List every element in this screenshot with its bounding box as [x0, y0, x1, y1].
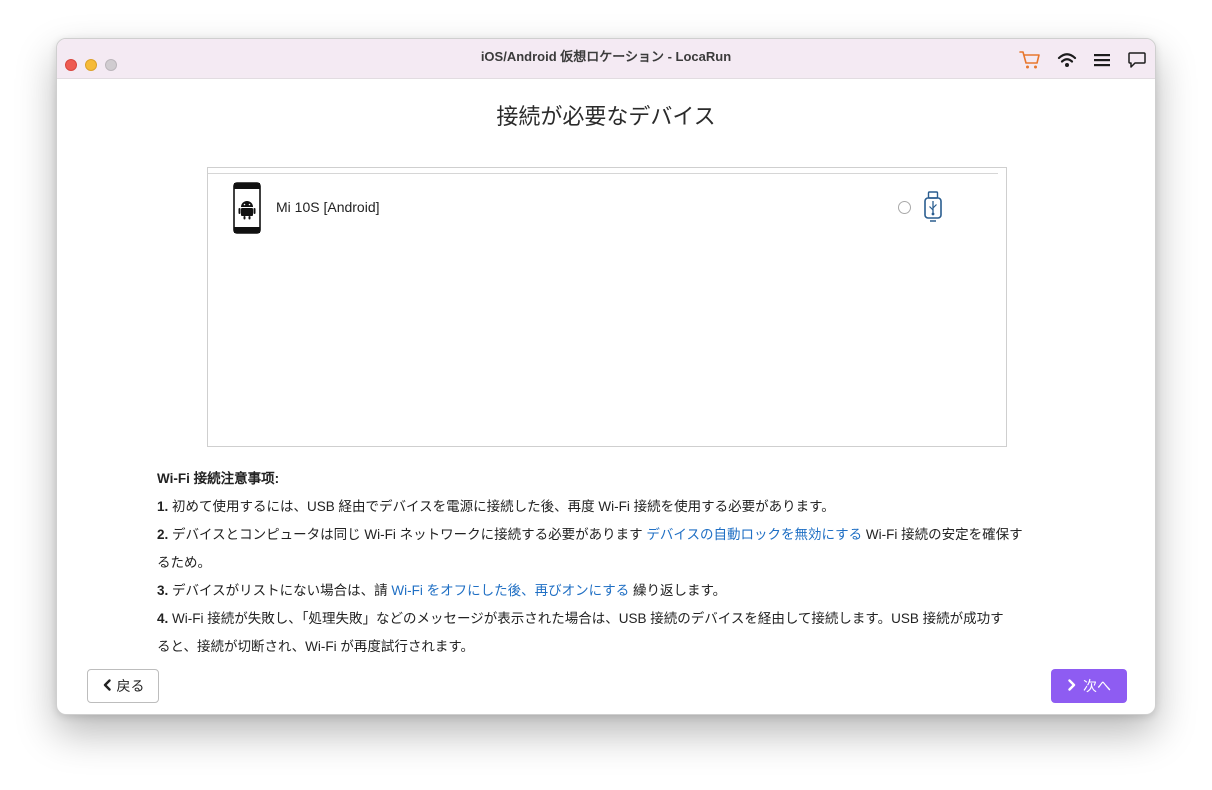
note-number: 4. — [157, 611, 169, 626]
note-item-2: 2. デバイスとコンピュータは同じ Wi-Fi ネットワークに接続する必要があり… — [157, 521, 1067, 549]
note-item-3: 3. デバイスがリストにない場合は、請 Wi-Fi をオフにした後、再びオンにす… — [157, 577, 1067, 605]
page-title: 接続が必要なデバイス — [496, 104, 716, 129]
note-text: デバイスとコンピュータは同じ Wi-Fi ネットワークに接続する必要があります — [168, 527, 647, 542]
disable-auto-lock-link[interactable]: デバイスの自動ロックを無効にする — [646, 527, 862, 542]
note-item-4-cont: ると、接続が切断され、Wi-Fi が再度試行されます。 — [157, 639, 474, 654]
toggle-wifi-link[interactable]: Wi-Fi をオフにした後、再びオンにする — [391, 583, 629, 598]
window-title: iOS/Android 仮想ロケーション - LocaRun — [480, 49, 732, 64]
feedback-icon[interactable] — [1126, 50, 1148, 70]
note-item-1: 1. 初めて使用するには、USB 経由でデバイスを電源に接続した後、再度 Wi-… — [157, 493, 1067, 521]
cart-icon[interactable] — [1019, 50, 1041, 70]
device-list-item[interactable]: Mi 10S [Android] — [208, 182, 1006, 234]
wifi-icon[interactable] — [1056, 50, 1078, 70]
wifi-notes: Wi-Fi 接続注意事项: 1. 初めて使用するには、USB 経由でデバイスを電… — [157, 465, 1067, 661]
note-item-2-cont: るため。 — [157, 555, 211, 570]
note-text: 繰り返します。 — [629, 583, 727, 598]
chevron-right-icon — [1067, 678, 1077, 694]
note-number: 3. — [157, 583, 169, 598]
next-button-label: 次へ — [1083, 678, 1111, 694]
divider — [208, 173, 998, 174]
app-window: iOS/Android 仮想ロケーション - LocaRun 接続が必要なデバイ… — [56, 38, 1156, 715]
note-number: 2. — [157, 527, 169, 542]
back-button-label: 戻る — [116, 678, 145, 694]
chevron-left-icon — [102, 678, 112, 694]
next-button[interactable]: 次へ — [1051, 669, 1127, 703]
title-bar: iOS/Android 仮想ロケーション - LocaRun — [57, 39, 1155, 79]
note-text: 初めて使用するには、USB 経由でデバイスを電源に接続した後、再度 Wi-Fi … — [168, 499, 835, 514]
note-item-4: 4. Wi-Fi 接続が失敗し、「処理失敗」などのメッセージが表示された場合は、… — [157, 605, 1067, 633]
device-list: Mi 10S [Android] — [207, 167, 1007, 447]
note-text: Wi-Fi 接続が失敗し、「処理失敗」などのメッセージが表示された場合は、USB… — [168, 611, 1004, 626]
device-select-radio[interactable] — [898, 201, 911, 214]
note-text: Wi-Fi 接続の安定を確保す — [862, 527, 1023, 542]
android-phone-icon — [233, 182, 261, 239]
note-number: 1. — [157, 499, 169, 514]
menu-icon[interactable] — [1091, 50, 1113, 70]
back-button[interactable]: 戻る — [87, 669, 159, 703]
note-text: デバイスがリストにない場合は、請 — [168, 583, 392, 598]
notes-title: Wi-Fi 接続注意事项: — [157, 471, 280, 486]
device-name: Mi 10S [Android] — [276, 199, 380, 215]
usb-icon — [923, 191, 943, 228]
